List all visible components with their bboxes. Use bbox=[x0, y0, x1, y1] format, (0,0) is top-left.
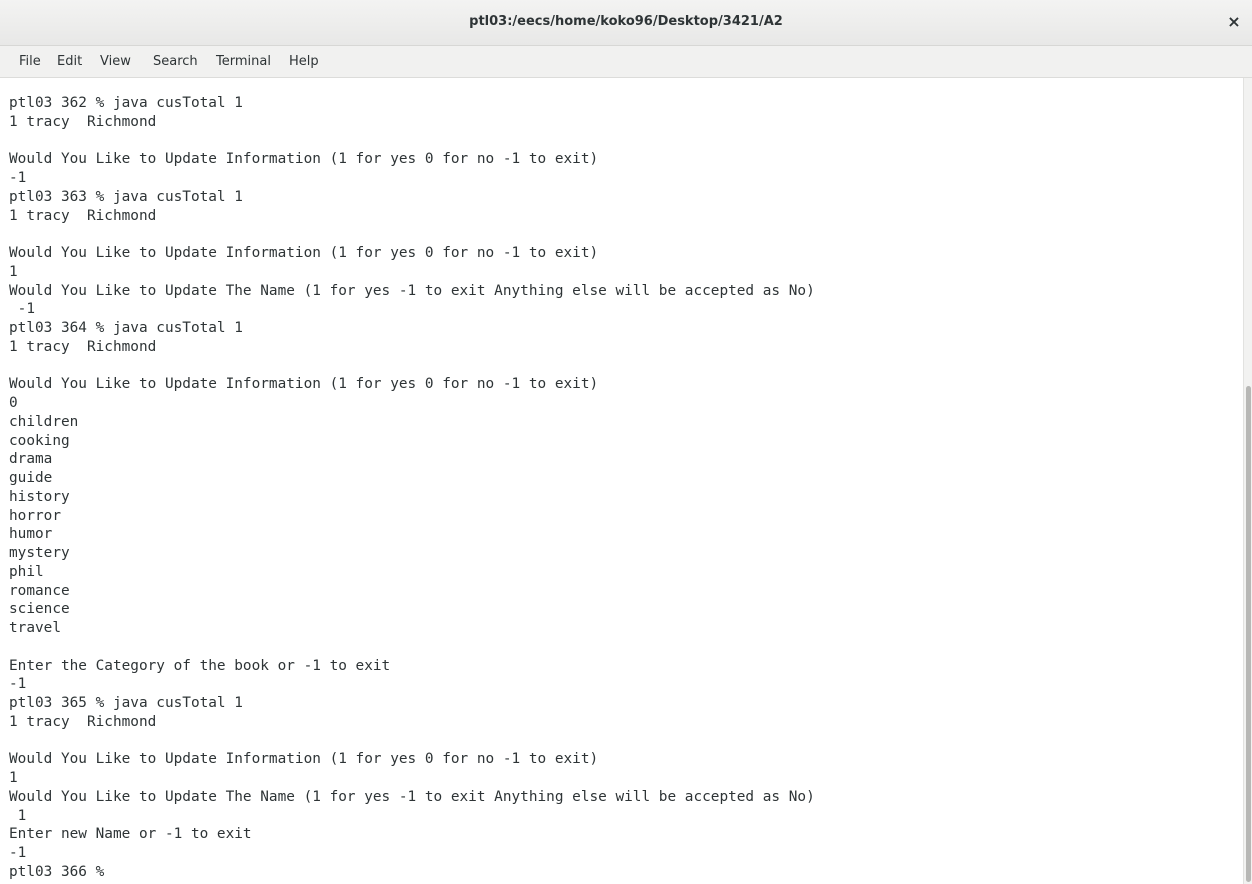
terminal-line: Would You Like to Update Information (1 … bbox=[9, 376, 599, 393]
scrollbar-thumb[interactable] bbox=[1246, 386, 1251, 882]
terminal-line: 1 tracy Richmond bbox=[9, 113, 157, 130]
menu-help[interactable]: Help bbox=[289, 54, 319, 69]
terminal-line: cooking bbox=[9, 432, 70, 449]
terminal-line: travel bbox=[9, 620, 61, 636]
vertical-scrollbar[interactable] bbox=[1243, 78, 1252, 884]
terminal-line: Would You Like to Update The Name (1 for… bbox=[9, 788, 815, 805]
terminal-line: ptl03 364 % java cusTotal 1 bbox=[9, 320, 243, 336]
menu-file[interactable]: File bbox=[19, 54, 41, 69]
terminal-line: Would You Like to Update Information (1 … bbox=[9, 751, 599, 768]
terminal-line: Would You Like to Update Information (1 … bbox=[9, 245, 599, 261]
terminal-line: Enter the Category of the book or -1 to … bbox=[9, 657, 391, 674]
terminal-line: ptl03 363 % java cusTotal 1 bbox=[9, 188, 243, 205]
terminal-line: -1 bbox=[9, 301, 35, 318]
terminal-output-area[interactable]: ptl03 362 % java cusTotal 1 1 tracy Rich… bbox=[0, 78, 1243, 884]
terminal-line: ptl03 366 % bbox=[9, 863, 113, 880]
terminal-window: ptl03:/eecs/home/koko96/Desktop/3421/A2 … bbox=[0, 0, 1252, 884]
terminal-line: ptl03 362 % java cusTotal 1 bbox=[9, 95, 243, 111]
terminal-line: history bbox=[9, 488, 70, 505]
terminal-line: Enter new Name or -1 to exit bbox=[9, 826, 252, 843]
menu-edit[interactable]: Edit bbox=[57, 54, 82, 69]
terminal-line: 1 bbox=[9, 770, 18, 786]
terminal-line: guide bbox=[9, 470, 53, 486]
terminal-line: Would You Like to Update The Name (1 for… bbox=[9, 282, 815, 299]
terminal-line: ptl03 365 % java cusTotal 1 bbox=[9, 695, 243, 711]
terminal-line: 1 bbox=[9, 263, 18, 280]
terminal-line: mystery bbox=[9, 545, 70, 561]
menu-search[interactable]: Search bbox=[153, 54, 198, 69]
terminal-line: 0 bbox=[9, 395, 18, 411]
terminal-line: horror bbox=[9, 507, 61, 524]
terminal-line: 1 tracy Richmond bbox=[9, 207, 157, 224]
terminal-line: phil bbox=[9, 563, 44, 580]
terminal-line: -1 bbox=[9, 170, 27, 186]
terminal-line: humor bbox=[9, 526, 53, 543]
terminal-line: -1 bbox=[9, 845, 27, 861]
terminal-line: drama bbox=[9, 451, 53, 468]
window-title: ptl03:/eecs/home/koko96/Desktop/3421/A2 bbox=[469, 14, 783, 29]
close-icon[interactable]: × bbox=[1224, 12, 1244, 32]
terminal-line: romance bbox=[9, 582, 70, 599]
terminal-line: science bbox=[9, 601, 70, 618]
terminal-line: 1 tracy Richmond bbox=[9, 338, 157, 355]
terminal-line: 1 bbox=[9, 807, 27, 824]
terminal-line: children bbox=[9, 413, 79, 430]
terminal-line: -1 bbox=[9, 676, 27, 693]
title-bar[interactable]: ptl03:/eecs/home/koko96/Desktop/3421/A2 … bbox=[0, 0, 1252, 46]
menu-bar: File Edit View Search Terminal Help bbox=[0, 46, 1252, 78]
menu-terminal[interactable]: Terminal bbox=[216, 54, 271, 69]
terminal-line: 1 tracy Richmond bbox=[9, 713, 157, 730]
terminal-line: Would You Like to Update Information (1 … bbox=[9, 151, 599, 168]
terminal-text: ptl03 362 % java cusTotal 1 1 tracy Rich… bbox=[9, 94, 1243, 882]
menu-view[interactable]: View bbox=[100, 54, 131, 69]
